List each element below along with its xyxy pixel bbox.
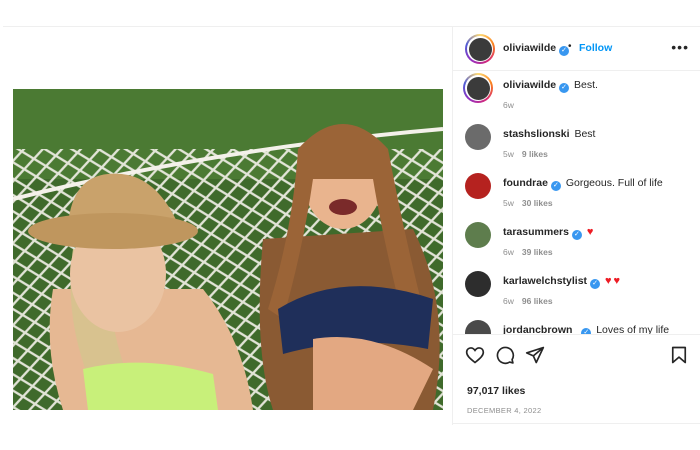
- list-item: tarasummers ✓ ♥ 6w 39 likes: [453, 219, 700, 267]
- red-heart-icon: ♥: [613, 275, 621, 287]
- comment-avatar[interactable]: [465, 320, 491, 334]
- comment-age: 6w: [503, 100, 514, 110]
- comment-likes[interactable]: 30 likes: [522, 198, 553, 208]
- comment-age: 5w: [503, 149, 514, 159]
- likes-count[interactable]: 97,017 likes: [467, 385, 525, 397]
- comment-likes[interactable]: 9 likes: [522, 149, 548, 159]
- photo-illustration: [13, 89, 443, 410]
- comments-list[interactable]: oliviawilde ✓ Best. 6w stashslionski Best…: [453, 72, 700, 334]
- comment-age: 6w: [503, 247, 514, 257]
- action-bar: [453, 334, 700, 374]
- comment-avatar[interactable]: [465, 173, 491, 199]
- comment-username[interactable]: foundrae: [503, 177, 548, 189]
- comment-avatar[interactable]: [463, 73, 493, 103]
- list-item: karlawelchstylist ✓ ♥ ♥ 6w 96 likes: [453, 268, 700, 316]
- verified-badge-icon: ✓: [559, 83, 570, 93]
- comment-avatar[interactable]: [465, 271, 491, 297]
- comment-avatar[interactable]: [465, 222, 491, 248]
- header-separator: •: [568, 41, 572, 52]
- red-heart-icon: ♥: [586, 226, 594, 238]
- comment-bubble-icon[interactable]: [495, 345, 515, 365]
- author-username[interactable]: oliviawilde ✓: [503, 42, 570, 56]
- list-item: foundrae ✓ Gorgeous. Full of life 5w 30 li…: [453, 170, 700, 218]
- paper-plane-icon[interactable]: [525, 345, 545, 365]
- list-item: stashslionski Best 5w 9 likes: [453, 121, 700, 169]
- verified-badge-icon: ✓: [550, 181, 561, 191]
- post-photo[interactable]: [13, 89, 443, 410]
- post-sidebar: oliviawilde ✓ • Follow ••• oliviawilde ✓ B…: [452, 27, 700, 425]
- comment-likes[interactable]: 96 likes: [522, 296, 553, 306]
- comment-username[interactable]: jordancbrown_: [503, 324, 578, 334]
- red-heart-icon: ♥: [604, 275, 612, 287]
- comment-age: 6w: [503, 296, 514, 306]
- comment-age: 5w: [503, 198, 514, 208]
- caption-comment: oliviawilde ✓ Best. 6w: [453, 72, 700, 120]
- comment-username[interactable]: stashslionski: [503, 128, 570, 140]
- bookmark-icon[interactable]: [669, 345, 689, 365]
- more-options-icon[interactable]: •••: [671, 39, 689, 55]
- list-item: jordancbrown_ ✓ Loves of my life: [453, 317, 700, 334]
- post-media: [3, 27, 452, 425]
- comment-username[interactable]: oliviawilde: [503, 79, 556, 91]
- comment-text: Loves of my life: [596, 324, 670, 334]
- author-avatar[interactable]: [465, 34, 495, 64]
- follow-button[interactable]: Follow: [579, 42, 612, 54]
- comment-username[interactable]: karlawelchstylist: [503, 275, 587, 287]
- instagram-post: oliviawilde ✓ • Follow ••• oliviawilde ✓ B…: [3, 26, 700, 425]
- post-header: oliviawilde ✓ • Follow •••: [453, 27, 700, 71]
- heart-outline-icon[interactable]: [465, 345, 485, 365]
- comment-text: Best: [574, 128, 596, 140]
- comment-username[interactable]: tarasummers: [503, 226, 569, 238]
- comment-avatar[interactable]: [465, 124, 491, 150]
- comment-text: Best.: [574, 79, 598, 91]
- comment-text: Gorgeous. Full of life: [565, 177, 663, 189]
- comment-likes[interactable]: 39 likes: [522, 247, 553, 257]
- verified-badge-icon: ✓: [571, 230, 582, 240]
- post-date: DECEMBER 4, 2022: [467, 406, 542, 415]
- verified-badge-icon: ✓: [590, 279, 601, 289]
